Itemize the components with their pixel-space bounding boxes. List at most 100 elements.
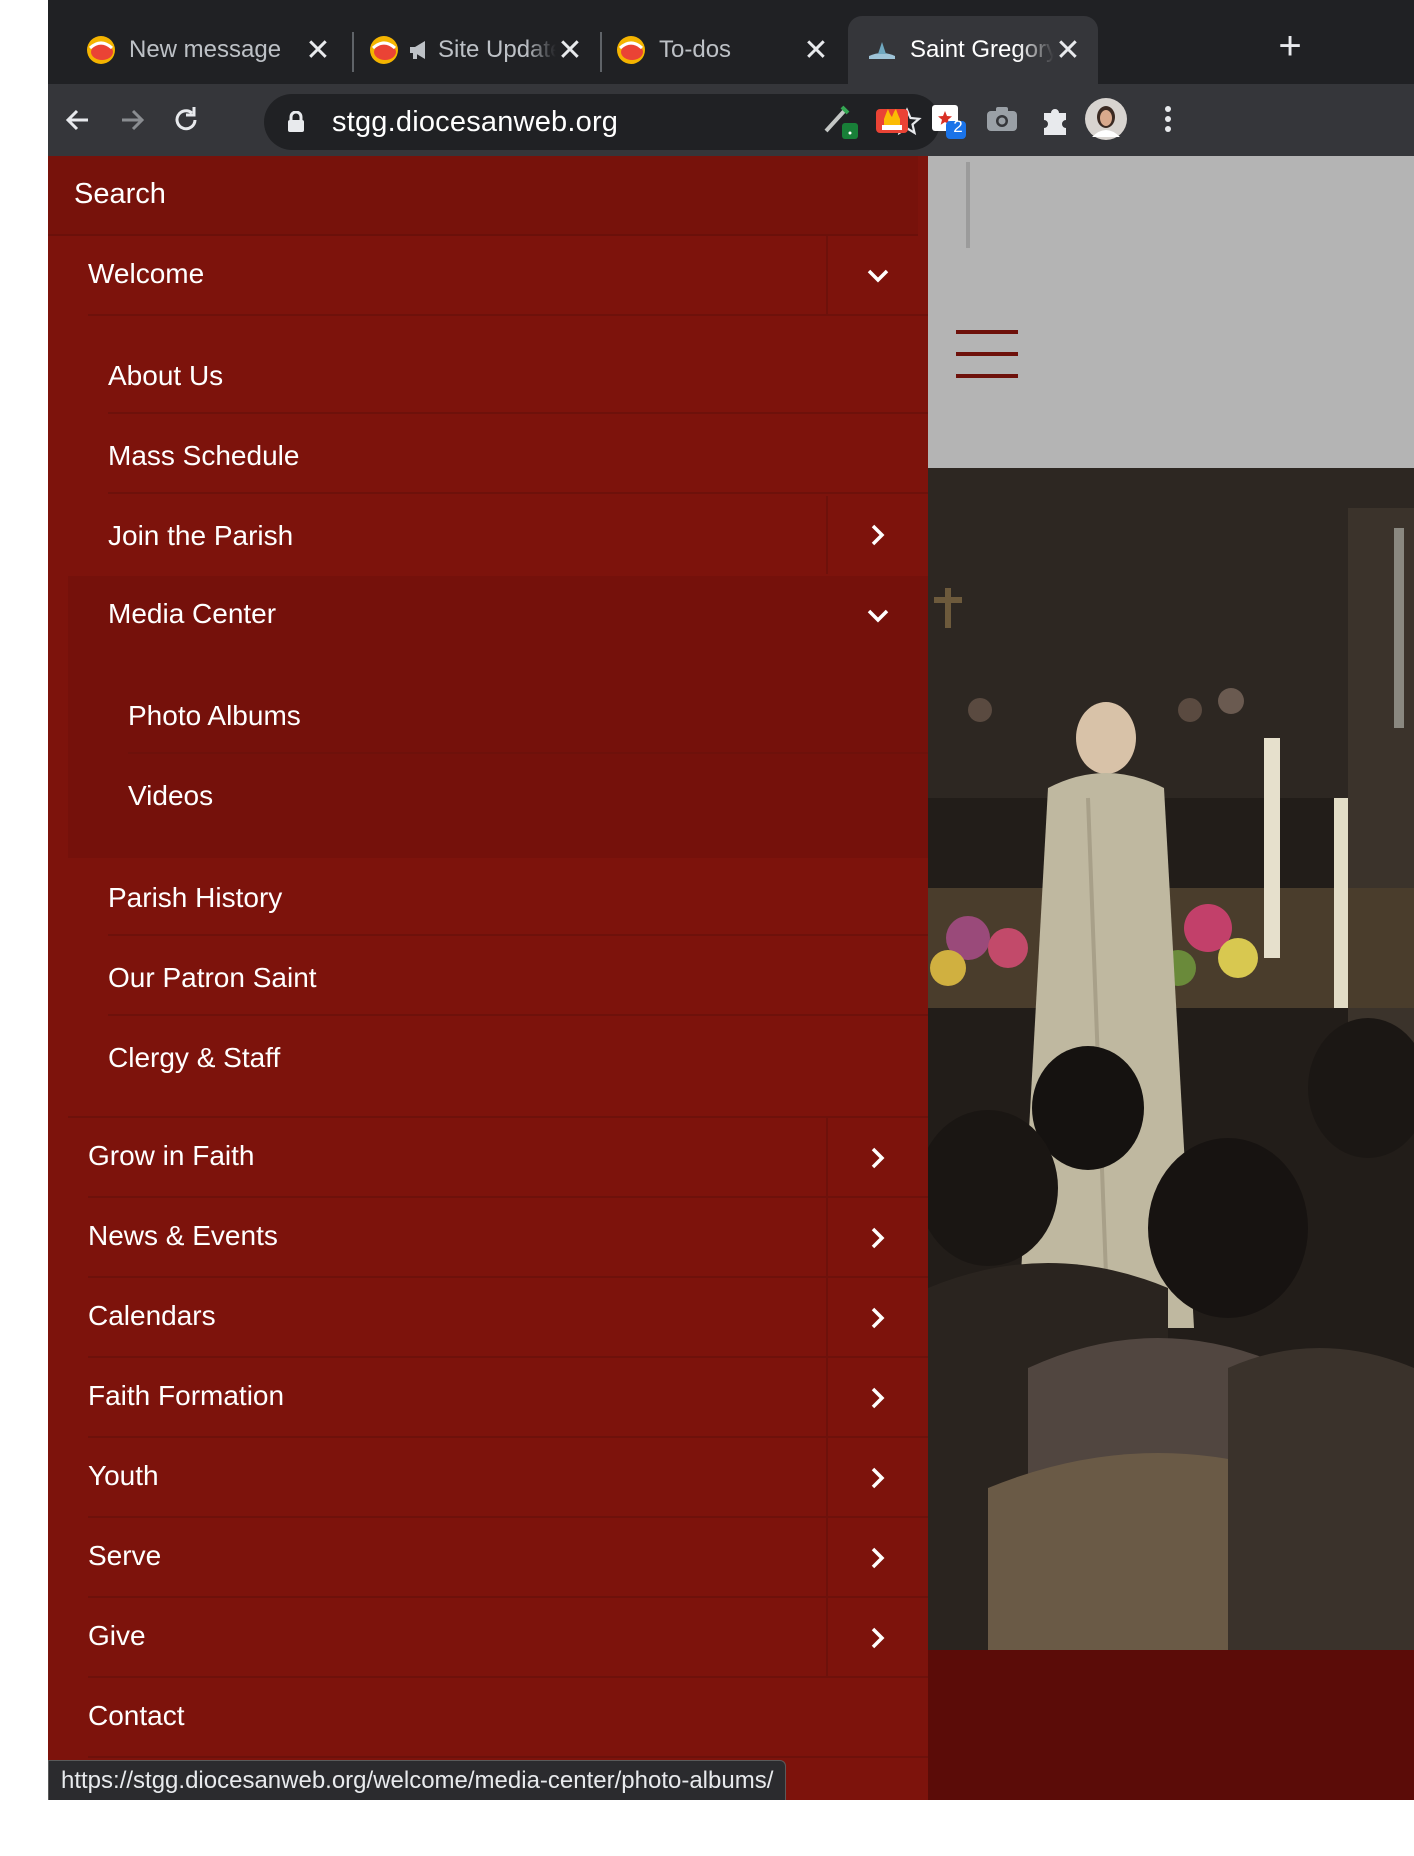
nav-item-label: Youth — [88, 1460, 159, 1491]
mail-app-icon — [87, 36, 115, 64]
chevron-right-icon — [871, 1307, 885, 1329]
nav-item-give[interactable]: Give — [48, 1598, 928, 1678]
tab-new-message[interactable]: New message ✕ — [48, 16, 348, 84]
nav-item-label: About Us — [108, 360, 224, 391]
pen-extension-icon[interactable] — [820, 99, 860, 139]
nav-drawer: Search Welcome About Us Mass Schedule Jo — [48, 156, 928, 1800]
nav-item-label: Grow in Faith — [88, 1140, 255, 1171]
nav-item-join-the-parish[interactable]: Join the Parish — [48, 496, 928, 574]
divider — [108, 1014, 928, 1016]
tab-strip: New message ✕ Site Update ✕ To-dos ✕ Sai… — [48, 0, 1414, 84]
divider — [128, 752, 928, 754]
nav-item-welcome[interactable]: Welcome — [48, 236, 928, 316]
expand-toggle[interactable] — [828, 576, 928, 656]
chevron-right-icon — [871, 524, 885, 546]
puzzle-icon[interactable] — [1036, 99, 1076, 139]
expand-toggle[interactable] — [826, 1358, 928, 1438]
nav-item-parish-history[interactable]: Parish History — [48, 858, 928, 936]
nav-item-serve[interactable]: Serve — [48, 1518, 928, 1598]
camera-extension-icon[interactable] — [982, 99, 1022, 139]
tab-title: To-dos — [659, 36, 732, 63]
nav-item-label: Parish History — [108, 882, 283, 913]
tab-site-update[interactable]: Site Update ✕ — [330, 16, 600, 84]
nav-item-clergy-staff[interactable]: Clergy & Staff — [48, 1018, 928, 1096]
megaphone-icon — [410, 41, 425, 59]
nav-item-videos[interactable]: Videos — [48, 756, 928, 834]
avatar[interactable] — [1084, 97, 1128, 141]
nav-item-label: Photo Albums — [128, 700, 301, 731]
expand-toggle[interactable] — [826, 236, 928, 316]
nav-item-grow-in-faith[interactable]: Grow in Faith — [48, 1118, 928, 1198]
expand-toggle[interactable] — [826, 1118, 928, 1198]
nav-item-contact[interactable]: Contact — [48, 1678, 928, 1758]
divider — [88, 1756, 928, 1758]
divider — [108, 934, 928, 936]
nav-item-mass-schedule[interactable]: Mass Schedule — [48, 416, 928, 494]
chevron-right-icon — [871, 1227, 885, 1249]
hero-photo — [928, 468, 1414, 1650]
reload-button[interactable] — [164, 98, 208, 142]
kebab-menu-icon[interactable] — [1148, 99, 1188, 139]
nav-item-label: Clergy & Staff — [108, 1042, 281, 1073]
status-bar-url: https://stgg.diocesanweb.org/welcome/med… — [48, 1760, 787, 1800]
close-icon[interactable]: ✕ — [802, 33, 830, 68]
nav-item-label: Serve — [88, 1540, 162, 1571]
forward-button[interactable] — [110, 98, 154, 142]
footer-band — [928, 1650, 1414, 1800]
nav-item-label: Media Center — [108, 598, 277, 629]
extension-badge: 2 — [953, 117, 963, 136]
reload-icon — [175, 107, 197, 131]
expand-toggle[interactable] — [826, 1518, 928, 1598]
chevron-right-icon — [871, 1147, 885, 1169]
close-icon[interactable]: ✕ — [1054, 33, 1082, 68]
header-divider — [966, 162, 970, 248]
nav-item-faith-formation[interactable]: Faith Formation — [48, 1358, 928, 1438]
search-input[interactable]: Search — [48, 156, 918, 236]
divider — [108, 492, 928, 494]
tab-title: Saint Gregory t — [910, 36, 1054, 63]
nav-item-label: Join the Parish — [108, 520, 294, 551]
web-page: Search Welcome About Us Mass Schedule Jo — [48, 156, 1414, 1800]
expand-toggle[interactable] — [826, 1598, 928, 1678]
hamburger-menu-icon[interactable] — [956, 330, 1018, 392]
divider — [108, 412, 928, 414]
tab-to-dos[interactable]: To-dos ✕ — [578, 16, 846, 84]
nav-item-youth[interactable]: Youth — [48, 1438, 928, 1518]
search-placeholder: Search — [74, 178, 166, 210]
close-icon[interactable]: ✕ — [304, 33, 332, 68]
expand-toggle[interactable] — [826, 1438, 928, 1518]
expand-toggle[interactable] — [826, 1278, 928, 1358]
nav-item-label: Faith Formation — [88, 1380, 285, 1411]
arrow-left-icon — [65, 109, 88, 131]
arrow-right-icon — [122, 109, 145, 131]
mail-app-icon — [617, 36, 645, 64]
browser-toolbar: stgg.diocesanweb.org 2 — [48, 84, 1414, 156]
nav-item-news-events[interactable]: News & Events — [48, 1198, 928, 1278]
nav-item-photo-albums[interactable]: Photo Albums — [48, 676, 928, 754]
nav-item-calendars[interactable]: Calendars — [48, 1278, 928, 1358]
chevron-right-icon — [871, 1387, 885, 1409]
nav-item-label: Our Patron Saint — [108, 962, 317, 993]
chevron-down-icon — [867, 269, 889, 283]
nav-item-label: Welcome — [88, 258, 205, 289]
tab-title: New message — [129, 36, 282, 63]
nav-item-our-patron-saint[interactable]: Our Patron Saint — [48, 938, 928, 1016]
nav-item-about-us[interactable]: About Us — [48, 336, 928, 414]
chevron-right-icon — [871, 1467, 885, 1489]
nav-item-label: Give — [88, 1620, 146, 1651]
browser-window: New message ✕ Site Update ✕ To-dos ✕ Sai… — [48, 0, 1414, 1800]
expand-toggle[interactable] — [826, 496, 928, 574]
divider — [88, 314, 928, 316]
chevron-right-icon — [871, 1547, 885, 1569]
lock-icon[interactable] — [286, 111, 306, 133]
expand-toggle[interactable] — [826, 1198, 928, 1278]
new-tab-button[interactable]: + — [1268, 24, 1312, 68]
back-button[interactable] — [56, 98, 100, 142]
chevron-down-icon — [867, 609, 889, 623]
nav-item-label: News & Events — [88, 1220, 278, 1251]
nav-item-media-center[interactable]: Media Center — [48, 576, 928, 656]
fire-extension-icon[interactable] — [872, 99, 912, 139]
nav-item-label: Calendars — [88, 1300, 216, 1331]
tab-saint-gregory[interactable]: Saint Gregory t ✕ — [848, 16, 1098, 84]
mail-app-icon — [370, 36, 398, 64]
